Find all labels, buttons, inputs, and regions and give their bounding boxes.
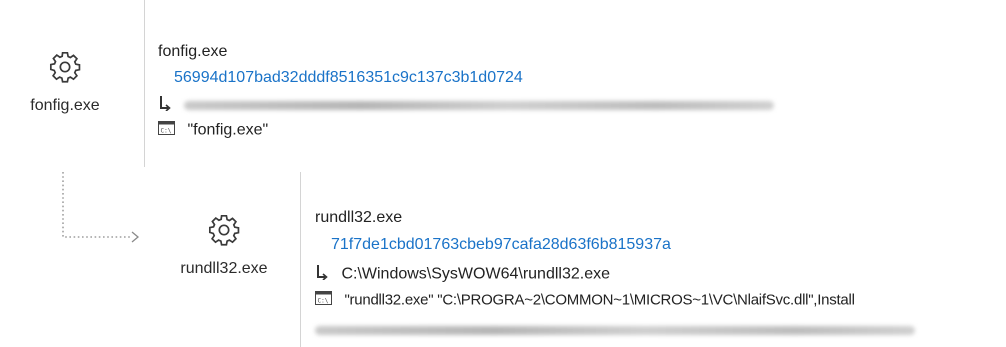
child-redacted-row [315, 322, 915, 340]
child-image-name: rundll32.exe [315, 209, 403, 226]
child-path-row: C:\Windows\SysWOW64\rundll32.exe [315, 264, 610, 285]
parent-command-line: "fonfig.exe" [187, 121, 269, 139]
child-command-row: C:\ "rundll32.exe" "C:\PROGRA~2\COMMON~1… [315, 291, 855, 310]
parent-process-name: fonfig.exe [30, 97, 100, 114]
svg-text:C:\: C:\ [318, 298, 329, 305]
svg-text:C:\: C:\ [161, 128, 172, 135]
parent-details: fonfig.exe 56994d107bad32dddf8516351c9c1… [158, 0, 998, 167]
path-arrow-icon [158, 95, 172, 116]
child-process-name: rundll32.exe [180, 260, 268, 277]
process-tree-connector [62, 172, 140, 243]
parent-image-name: fonfig.exe [158, 43, 228, 60]
parent-path-row [158, 95, 775, 116]
gear-icon [48, 50, 82, 89]
child-details: rundll32.exe 71f7de1cbd01763cbeb97cafa28… [315, 172, 1005, 347]
child-hash-link[interactable]: 71f7de1cbd01763cbeb97cafa28d63f6b815937a [331, 236, 671, 254]
child-command-line: "rundll32.exe" "C:\PROGRA~2\COMMON~1\MIC… [344, 291, 855, 309]
command-line-icon: C:\ [315, 291, 332, 310]
parent-divider [144, 0, 145, 167]
path-arrow-icon [315, 264, 329, 285]
child-divider [300, 172, 301, 347]
child-redacted-text [315, 326, 915, 336]
gear-icon [207, 213, 241, 252]
parent-command-row: C:\ "fonfig.exe" [158, 121, 268, 140]
parent-hash-link[interactable]: 56994d107bad32dddf8516351c9c137c3b1d0724 [174, 69, 523, 87]
command-line-icon: C:\ [158, 121, 175, 140]
parent-path-redacted [184, 101, 775, 110]
parent-process-node[interactable]: fonfig.exe [20, 50, 110, 115]
child-process-node[interactable]: rundll32.exe [166, 213, 282, 278]
child-path: C:\Windows\SysWOW64\rundll32.exe [341, 265, 610, 283]
